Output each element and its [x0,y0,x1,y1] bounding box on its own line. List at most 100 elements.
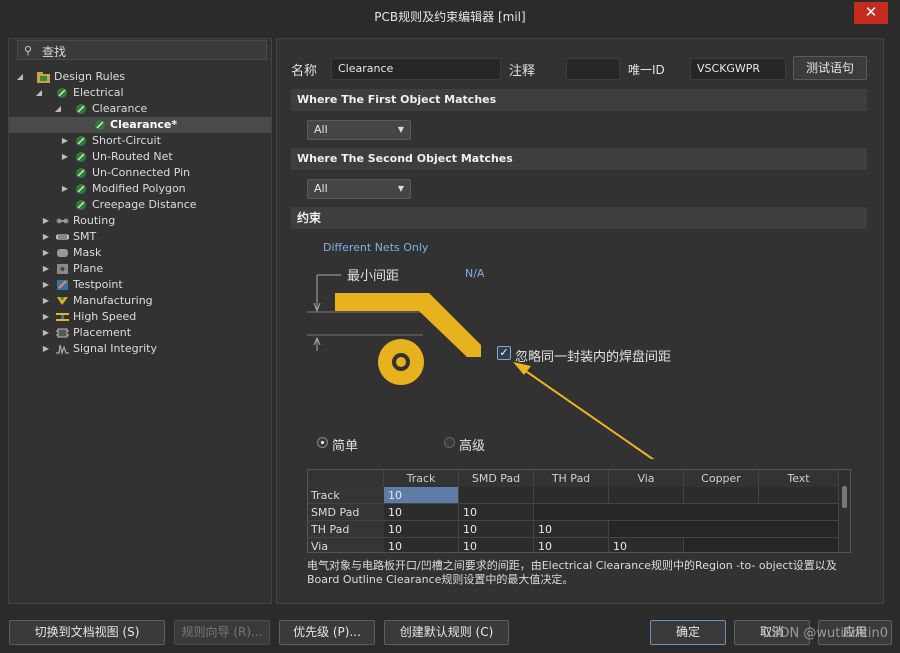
expand-arrow-icon[interactable]: ▶ [41,245,51,261]
tree-item-label: Electrical [73,86,124,99]
title-bar: PCB规则及约束编辑器 [mil] ✕ [0,0,900,30]
expand-arrow-icon[interactable]: ▶ [60,181,70,197]
simple-label: 简单 [332,439,359,454]
pad-center [396,357,406,367]
grid-empty-area [534,504,839,521]
min-clearance-label: 最小间距 [347,269,400,284]
grid-cell[interactable]: 10 [459,504,534,521]
advanced-radio[interactable] [444,437,455,448]
grid-cell[interactable]: 10 [384,538,459,552]
expand-arrow-icon[interactable]: ▶ [41,229,51,245]
grid-cell[interactable] [759,487,839,504]
tree-item-label: Manufacturing [73,294,153,307]
signal-integrity-rule-icon [56,344,69,355]
grid-cell[interactable]: 10 [534,538,609,552]
close-button[interactable]: ✕ [854,2,888,24]
collapse-arrow-icon[interactable]: ◢ [34,85,44,101]
grid-cell[interactable] [459,487,534,504]
ok-button[interactable]: 确定 [650,620,726,645]
search-box[interactable]: ⚲ 查找 [17,40,267,60]
grid-empty-area [684,538,839,552]
tree-item-placement[interactable]: ▶ Placement [9,325,271,341]
collapse-arrow-icon[interactable]: ◢ [53,101,63,117]
scrollbar-thumb[interactable] [842,486,847,508]
routing-rule-icon [56,218,69,224]
tree-item-short-circuit[interactable]: ▶ Short-Circuit [9,133,271,149]
grid-cell[interactable]: 10 [534,521,609,538]
tree-item-routing[interactable]: ▶ Routing [9,213,271,229]
tree-item-high-speed[interactable]: ▶ High Speed [9,309,271,325]
min-clearance-value[interactable]: N/A [465,267,484,280]
grid-cell[interactable] [534,487,609,504]
expand-arrow-icon[interactable]: ▶ [41,261,51,277]
clearance-rule-icon [76,104,86,114]
tree-item-mask[interactable]: ▶ Mask [9,245,271,261]
create-default-rules-button[interactable]: 创建默认规则 (C) [384,620,509,645]
tree-item-testpoint[interactable]: ▶ Testpoint [9,277,271,293]
simple-radio[interactable] [317,437,328,448]
grid-cell[interactable]: 10 [384,504,459,521]
tree-item-plane[interactable]: ▶ Plane [9,261,271,277]
tree-item-design-rules[interactable]: ◢ Design Rules [9,69,271,85]
clearance-matrix: Track SMD Pad TH Pad Via Copper Text Tra… [307,469,851,553]
collapse-arrow-icon[interactable]: ◢ [15,69,25,85]
grid-cell[interactable] [684,487,759,504]
expand-arrow-icon[interactable]: ▶ [41,213,51,229]
grid-cell[interactable]: 10 [384,487,459,504]
testpoint-rule-icon [57,280,68,290]
tree-item-creepage-distance[interactable]: Creepage Distance [9,197,271,213]
tree-item-signal-integrity[interactable]: ▶ Signal Integrity [9,341,271,357]
grid-cell[interactable]: 10 [459,538,534,552]
clearance-diagram [307,274,655,459]
expand-arrow-icon[interactable]: ▶ [41,277,51,293]
ignore-pad-checkbox[interactable]: ✓ [497,346,511,360]
expand-arrow-icon[interactable]: ▶ [41,325,51,341]
tree-item-electrical[interactable]: ◢ Electrical [9,85,271,101]
tree-item-clearance[interactable]: ◢ Clearance [9,101,271,117]
tree-item-label: Routing [73,214,116,227]
grid-scrollbar[interactable] [838,470,850,552]
manufacturing-rule-icon [57,297,68,305]
priority-button[interactable]: 优先级 (P)... [279,620,375,645]
grid-row-header: Track [308,487,384,504]
grid-cell[interactable]: 10 [609,538,684,552]
expand-arrow-icon[interactable]: ▶ [41,341,51,357]
description-text: 电气对象与电路板开口/凹槽之间要求的间距，由Electrical Clearan… [307,559,837,586]
rule-wizard-button[interactable]: 规则向导 (R)... [174,620,270,645]
tree-item-label: Clearance [92,102,148,115]
tree-item-un-routed-net[interactable]: ▶ Un-Routed Net [9,149,271,165]
ignore-pad-label: 忽略同一封装内的焊盘间距 [515,350,672,365]
rule-tree: ◢ Design Rules ◢ Electrical ◢ Clearance … [9,69,271,357]
switch-doc-view-button[interactable]: 切换到文档视图 (S) [9,620,165,645]
grid-column-header: Via [609,470,684,487]
tree-item-manufacturing[interactable]: ▶ Manufacturing [9,293,271,309]
expand-arrow-icon[interactable]: ▶ [41,309,51,325]
advanced-label: 高级 [459,439,486,454]
tree-item-label: Signal Integrity [73,342,157,355]
electrical-rule-icon [57,88,67,98]
rule-detail-panel: 名称 Clearance 注释 唯一ID VSCKGWPR 测试语句 Where… [276,38,884,604]
grid-cell[interactable] [609,487,684,504]
expand-arrow-icon[interactable]: ▶ [60,149,70,165]
smt-rule-icon [56,234,69,240]
grid-cell[interactable]: 10 [384,521,459,538]
expand-arrow-icon[interactable]: ▶ [41,293,51,309]
tree-item-label: Placement [73,326,132,339]
grid-column-header: TH Pad [534,470,609,487]
tree-item-label: SMT [73,230,97,243]
grid-cell[interactable]: 10 [459,521,534,538]
expand-arrow-icon[interactable]: ▶ [60,133,70,149]
tree-item-smt[interactable]: ▶ SMT [9,229,271,245]
tree-item-label: Testpoint [73,278,123,291]
tree-item-clearance-selected[interactable]: Clearance* [9,117,271,133]
placement-rule-icon [56,328,69,338]
modified-polygon-rule-icon [76,184,86,194]
tree-item-label: Un-Routed Net [92,150,173,163]
grid-column-header: SMD Pad [459,470,534,487]
grid-empty-area [609,521,839,538]
tree-item-label: Clearance* [110,118,178,131]
search-label: 查找 [42,45,67,59]
tree-item-modified-polygon[interactable]: ▶ Modified Polygon [9,181,271,197]
tree-item-un-connected-pin[interactable]: Un-Connected Pin [9,165,271,181]
grid-row-header: SMD Pad [308,504,384,521]
